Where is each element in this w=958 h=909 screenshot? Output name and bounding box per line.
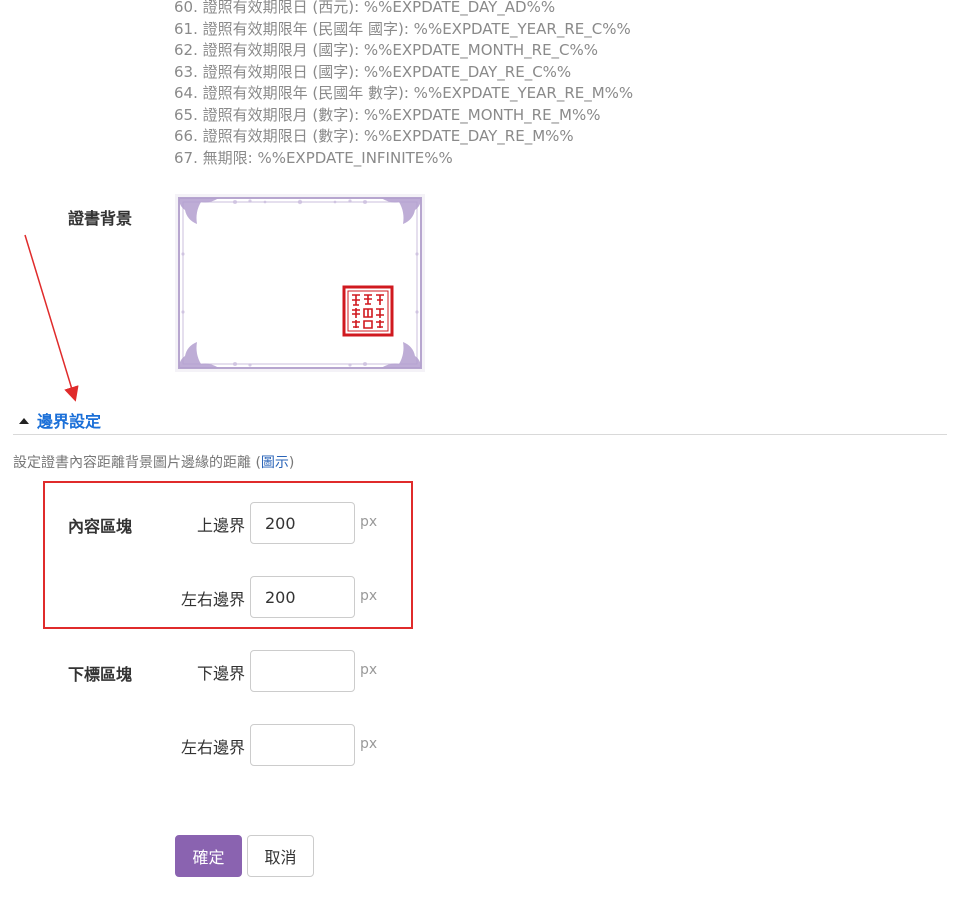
diagram-link[interactable]: 圖示 (261, 455, 289, 471)
variable-item: 65. 證照有效期限月 (數字): %%EXPDATE_MONTH_RE_M%% (174, 105, 601, 124)
footer-side-margin-label: 左右邊界 (180, 738, 245, 757)
variable-item: 61. 證照有效期限年 (民國年 國字): %%EXPDATE_YEAR_RE_… (174, 19, 631, 38)
unit-label: px (360, 514, 378, 530)
footer-side-margin-input[interactable] (250, 724, 355, 766)
section-divider (13, 434, 947, 435)
certificate-background-preview[interactable] (175, 194, 425, 372)
variable-item: 60. 證照有效期限日 (西元): %%EXPDATE_DAY_AD%% (174, 0, 556, 16)
variable-item: 67. 無期限: %%EXPDATE_INFINITE%% (174, 148, 453, 167)
top-margin-input[interactable] (250, 502, 355, 544)
margin-description: 設定證書內容距離背景圖片邊緣的距離 (圖示) (13, 452, 294, 472)
variable-item: 66. 證照有效期限日 (數字): %%EXPDATE_DAY_RE_M%% (174, 127, 574, 145)
description-text: 設定證書內容距離背景圖片邊緣的距離 ( (13, 455, 261, 471)
variable-list: 60. 證照有效期限日 (西元): %%EXPDATE_DAY_AD%% 61.… (174, 0, 633, 169)
variable-item: 64. 證照有效期限年 (民國年 數字): %%EXPDATE_YEAR_RE_… (174, 84, 634, 102)
cancel-button[interactable]: 取消 (247, 835, 314, 877)
variable-item: 63. 證照有效期限日 (國字): %%EXPDATE_DAY_RE_C%% (174, 62, 572, 81)
seal-stamp (342, 285, 394, 337)
variable-item: 62. 證照有效期限月 (國字): %%EXPDATE_MONTH_RE_C%% (174, 41, 599, 59)
content-side-margin-label: 左右邊界 (180, 590, 245, 609)
background-label: 證書背景 (68, 209, 133, 228)
bottom-margin-input[interactable] (250, 650, 355, 692)
content-block-label: 內容區塊 (68, 517, 133, 536)
unit-label: px (360, 588, 378, 604)
margin-settings-toggle[interactable]: 邊界設定 (19, 408, 101, 432)
confirm-button[interactable]: 確定 (175, 835, 242, 877)
description-end: ) (288, 455, 295, 471)
footer-block-label: 下標區塊 (68, 665, 133, 684)
content-side-margin-input[interactable] (250, 576, 355, 618)
caret-up-icon (19, 417, 29, 424)
unit-label: px (360, 736, 378, 752)
bottom-margin-label: 下邊界 (196, 664, 245, 683)
top-margin-label: 上邊界 (196, 516, 245, 535)
certificate-settings-page: 60. 證照有效期限日 (西元): %%EXPDATE_DAY_AD%% 61.… (0, 0, 958, 909)
section-title: 邊界設定 (37, 412, 102, 431)
unit-label: px (360, 662, 378, 678)
